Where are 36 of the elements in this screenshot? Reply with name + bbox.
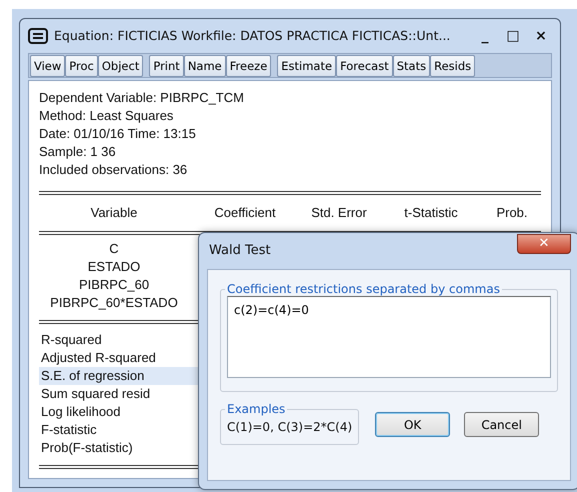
toolbar-button[interactable]: Print [149, 55, 184, 77]
minimize-button[interactable]: _ [474, 26, 496, 46]
examples-text: C(1)=0, C(3)=2*C(4) [227, 419, 352, 436]
dialog-title: Wald Test [209, 242, 271, 260]
toolbar-button[interactable]: Proc [65, 55, 98, 77]
toolbar-button[interactable]: Resids [430, 55, 476, 77]
variable-cell-text: C [108, 240, 120, 258]
variable-cell-text: PIBRPC_60 [78, 276, 150, 294]
header-line: Method: Least Squares [39, 107, 174, 125]
header-line: Dependent Variable: PIBRPC_TCM [39, 89, 245, 107]
toolbar-button[interactable]: Name [184, 55, 226, 77]
column-header: Prob. [495, 204, 529, 222]
dialog-button[interactable]: OK [375, 412, 450, 437]
toolbar-button[interactable]: Estimate [277, 55, 336, 77]
group-label: Coefficient restrictions separated by commas [226, 282, 501, 296]
toolbar-button[interactable]: Forecast [336, 55, 393, 77]
column-header: t-Statistic [403, 204, 459, 222]
column-header: Std. Error [310, 204, 368, 222]
restrictions-field[interactable]: c(2)=c(4)=0 [227, 296, 551, 378]
toolbar-button[interactable]: Stats [392, 55, 430, 77]
dialog-button[interactable]: Cancel [464, 412, 540, 437]
toolbar-button[interactable]: Freeze [226, 55, 272, 77]
header-line: Included observations: 36 [39, 161, 188, 179]
header-line: Date: 01/10/16 Time: 13:15 [39, 125, 197, 143]
close-button[interactable]: × [530, 26, 552, 46]
group-label: Examples [226, 402, 286, 416]
variable-cell-text: PIBRPC_60*ESTADO [49, 294, 179, 312]
toolbar-button[interactable]: View [30, 55, 66, 77]
column-header: Variable [90, 204, 138, 222]
toolbar-button[interactable]: Object [98, 55, 144, 77]
variable-cell-text: ESTADO [86, 258, 142, 276]
menu-icon[interactable] [28, 28, 48, 44]
header-line: Sample: 1 36 [39, 143, 117, 161]
maximize-button[interactable]: □ [502, 26, 524, 46]
column-header: Coefficient [213, 204, 277, 222]
window-title: Equation: FICTICIAS Workfile: DATOS PRACTICA FICTICAS::Unt... [54, 26, 452, 45]
